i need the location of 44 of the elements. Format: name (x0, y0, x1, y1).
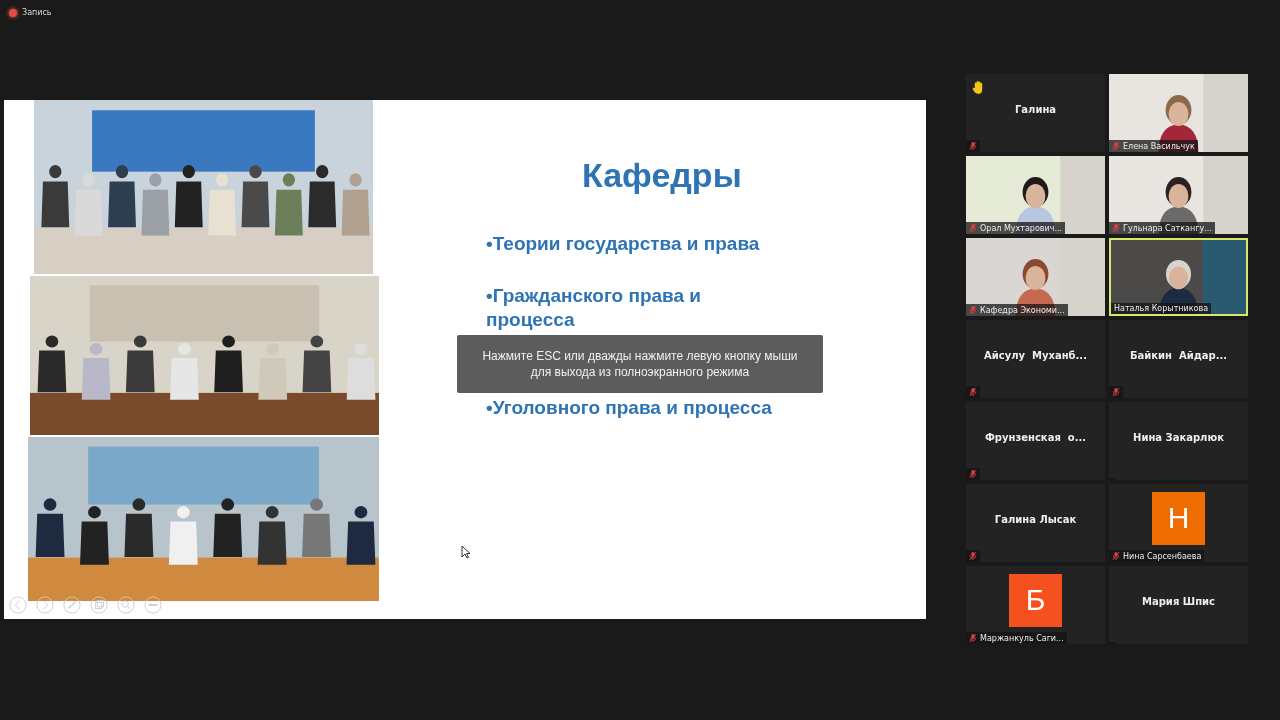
participant-name: Байкин Айдар... (1129, 349, 1228, 361)
cursor-icon (461, 545, 471, 559)
participant-name: Наталья Корытникова (1114, 304, 1209, 313)
bullet-text: •Гражданского права и процесса (486, 284, 703, 332)
participant-name: Орал Мухтарович... (980, 223, 1063, 233)
avatar-icon: Н (1152, 491, 1205, 545)
recording-label: Запись (22, 8, 52, 17)
participant-tile[interactable]: Фрунзенская о... (966, 402, 1105, 480)
copy-icon[interactable] (90, 596, 108, 614)
more-icon[interactable] (144, 596, 162, 614)
participant-tile[interactable]: Байкин Айдар... (1109, 320, 1248, 398)
participant-name: Фрунзенская о... (984, 431, 1087, 443)
participant-tile[interactable]: Елена Васильчук (1109, 74, 1248, 152)
participant-tile[interactable]: Нина Закарлюк (1109, 402, 1248, 480)
participant-name: Галина (1014, 103, 1057, 115)
participant-name: Кафедра Экономи... (980, 305, 1065, 315)
participant-tile[interactable]: Н Нина Сарсенбаева (1109, 484, 1248, 562)
participant-name: Нина Закарлюк (1133, 431, 1224, 443)
participant-name: Айсулу Муханб... (984, 349, 1087, 361)
previous-icon[interactable] (9, 596, 27, 614)
bullet-text: •Теории государства и права (486, 232, 761, 256)
participant-name: Нина Сарсенбаева (1123, 551, 1202, 561)
participant-name: Маржанкуль Саги... (980, 633, 1064, 643)
participant-tile[interactable]: Гульнара Саткангу... (1109, 156, 1248, 234)
participant-tile[interactable]: Наталья Корытникова (1109, 238, 1248, 316)
participant-tile[interactable]: Б Маржанкуль Саги... (966, 566, 1105, 644)
participant-tile[interactable]: Галина Лысак (966, 484, 1105, 562)
next-icon[interactable] (36, 596, 54, 614)
participant-tile[interactable]: Орал Мухтарович... (966, 156, 1105, 234)
search-icon[interactable] (117, 596, 135, 614)
participant-tile[interactable]: Мария Шпис (1109, 566, 1248, 644)
slide-title: Кафедры (582, 155, 743, 195)
fullscreen-notice: Нажмите ESC или дважды нажмите левую кнопку мыши для выхода из полноэкранного режима (457, 335, 823, 393)
recording-dot-icon (9, 8, 17, 17)
participant-tile[interactable]: Айсулу Муханб... (966, 320, 1105, 398)
participant-name: Елена Васильчук (1123, 141, 1195, 151)
participant-name: Мария Шпис (1142, 595, 1215, 607)
participant-tile[interactable]: Кафедра Экономи... (966, 238, 1105, 316)
avatar-icon: Б (1009, 573, 1062, 627)
participant-tile[interactable]: Галина (966, 74, 1105, 152)
pen-icon[interactable] (63, 596, 81, 614)
bullet-text: •Уголовного права и процесса (486, 396, 773, 420)
participant-name: Гульнара Саткангу... (1123, 223, 1212, 233)
participant-name: Галина Лысак (994, 513, 1077, 525)
